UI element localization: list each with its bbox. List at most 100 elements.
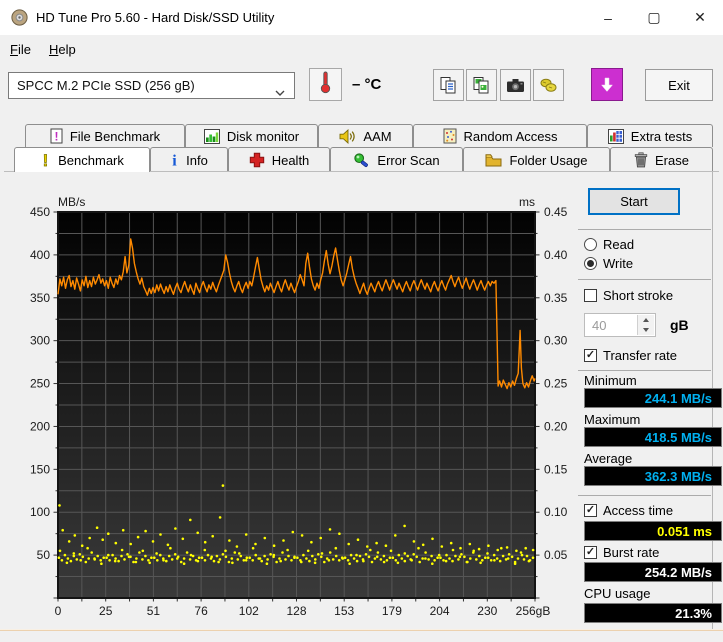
menubar: File Help <box>0 35 723 63</box>
stepper-up-icon[interactable] <box>638 315 654 325</box>
random-access-icon <box>443 128 457 144</box>
svg-text:256gB: 256gB <box>516 604 551 618</box>
cpu-usage-label: CPU usage <box>584 586 650 601</box>
svg-text:0: 0 <box>55 604 62 618</box>
svg-text:0.10: 0.10 <box>544 505 568 519</box>
write-radio[interactable] <box>584 257 597 270</box>
svg-text:150: 150 <box>30 462 50 476</box>
read-radio-label: Read <box>603 237 634 252</box>
minimum-label: Minimum <box>584 373 637 388</box>
disk-monitor-icon <box>204 129 220 144</box>
tab-error-scan[interactable]: Error Scan <box>330 147 463 172</box>
burst-rate-checkbox[interactable] <box>584 546 597 559</box>
tab-label: Random Access <box>464 129 558 144</box>
chevron-down-icon <box>275 84 285 99</box>
burst-rate-label: Burst rate <box>603 545 659 560</box>
tab-health[interactable]: Health <box>228 147 330 172</box>
svg-text:25: 25 <box>99 604 113 618</box>
tab-label: Benchmark <box>58 153 124 168</box>
access-time-value: 0.051 ms <box>584 521 722 541</box>
download-button[interactable] <box>591 68 623 101</box>
separator <box>578 229 711 230</box>
separator <box>578 370 711 371</box>
short-stroke-checkbox[interactable] <box>584 289 597 302</box>
svg-text:0.05: 0.05 <box>544 548 568 562</box>
app-disk-icon <box>11 9 28 26</box>
menu-help[interactable]: Help <box>41 38 84 61</box>
drive-select[interactable]: SPCC M.2 PCIe SSD (256 gB) <box>8 72 295 99</box>
average-label: Average <box>584 451 632 466</box>
capacity-stepper[interactable]: 40 <box>584 313 656 337</box>
benchmark-icon: ! <box>40 152 51 169</box>
copy-image-icon <box>472 76 491 95</box>
cpu-usage-value: 21.3% <box>584 603 722 623</box>
close-button[interactable]: ✕ <box>677 0 723 35</box>
transfer-rate-row[interactable]: Transfer rate <box>584 348 677 363</box>
tab-extra-tests[interactable]: Extra tests <box>587 124 713 147</box>
tab-label: Info <box>186 153 208 168</box>
thermometer-icon <box>319 70 332 99</box>
svg-text:ms: ms <box>519 195 535 209</box>
menu-file[interactable]: File <box>2 38 39 61</box>
short-stroke-row[interactable]: Short stroke <box>584 288 673 303</box>
svg-text:100: 100 <box>30 505 50 519</box>
download-arrow-icon <box>599 77 615 93</box>
error-scan-icon <box>353 152 370 168</box>
access-time-checkbox[interactable] <box>584 504 597 517</box>
svg-text:450: 450 <box>30 205 50 219</box>
minimize-button[interactable]: – <box>585 0 631 35</box>
file-benchmark-icon: ! <box>50 128 63 144</box>
maximum-label: Maximum <box>584 412 640 427</box>
write-radio-row[interactable]: Write <box>584 256 633 271</box>
tab-label: Erase <box>655 153 689 168</box>
health-icon <box>249 152 265 168</box>
tab-file-benchmark[interactable]: !File Benchmark <box>25 124 185 147</box>
tab-aam[interactable]: AAM <box>318 124 413 147</box>
read-radio[interactable] <box>584 238 597 251</box>
tab-random-access[interactable]: Random Access <box>413 124 587 147</box>
svg-text:0.20: 0.20 <box>544 419 568 433</box>
screenshot-button[interactable] <box>500 69 531 101</box>
svg-text:300: 300 <box>30 334 50 348</box>
erase-icon <box>634 152 648 168</box>
capacity-value: 40 <box>592 318 606 333</box>
tab-erase[interactable]: Erase <box>610 147 713 172</box>
maximum-value: 418.5 MB/s <box>584 427 722 447</box>
svg-text:204: 204 <box>430 604 450 618</box>
tab-folder-usage[interactable]: Folder Usage <box>463 147 610 172</box>
tab-info[interactable]: i Info <box>150 147 228 172</box>
separator <box>578 279 711 280</box>
temperature-value: – °C <box>352 76 381 93</box>
tab-row-top: !File BenchmarkDisk monitor AAM Random Acc… <box>25 124 713 147</box>
svg-text:51: 51 <box>147 604 161 618</box>
copy-image-button[interactable] <box>466 69 497 101</box>
svg-text:153: 153 <box>334 604 354 618</box>
exit-button[interactable]: Exit <box>645 69 713 101</box>
maximize-button[interactable]: ▢ <box>631 0 677 35</box>
capacity-unit: gB <box>670 317 689 333</box>
access-time-row[interactable]: Access time <box>584 503 673 518</box>
tab-label: Error Scan <box>377 153 439 168</box>
burst-rate-row[interactable]: Burst rate <box>584 545 659 560</box>
tab-disk-monitor[interactable]: Disk monitor <box>185 124 318 147</box>
start-button[interactable]: Start <box>588 188 680 215</box>
svg-text:0.40: 0.40 <box>544 248 568 262</box>
tab-label: AAM <box>363 129 391 144</box>
temperature-button[interactable] <box>309 68 342 101</box>
svg-text:0.30: 0.30 <box>544 334 568 348</box>
copy-text-button[interactable] <box>433 69 464 101</box>
svg-text:i: i <box>172 153 177 169</box>
svg-text:0.25: 0.25 <box>544 377 568 391</box>
titlebar: HD Tune Pro 5.60 - Hard Disk/SSD Utility… <box>0 0 723 35</box>
stepper-down-icon[interactable] <box>638 325 654 335</box>
svg-text:128: 128 <box>286 604 306 618</box>
svg-text:0.35: 0.35 <box>544 291 568 305</box>
tab-label: Health <box>272 153 310 168</box>
svg-text:!: ! <box>43 152 49 169</box>
tab-benchmark[interactable]: ! Benchmark <box>14 147 150 172</box>
transfer-rate-checkbox[interactable] <box>584 349 597 362</box>
svg-text:102: 102 <box>239 604 259 618</box>
hands-button[interactable] <box>533 69 564 101</box>
svg-text:400: 400 <box>30 248 50 262</box>
read-radio-row[interactable]: Read <box>584 237 634 252</box>
